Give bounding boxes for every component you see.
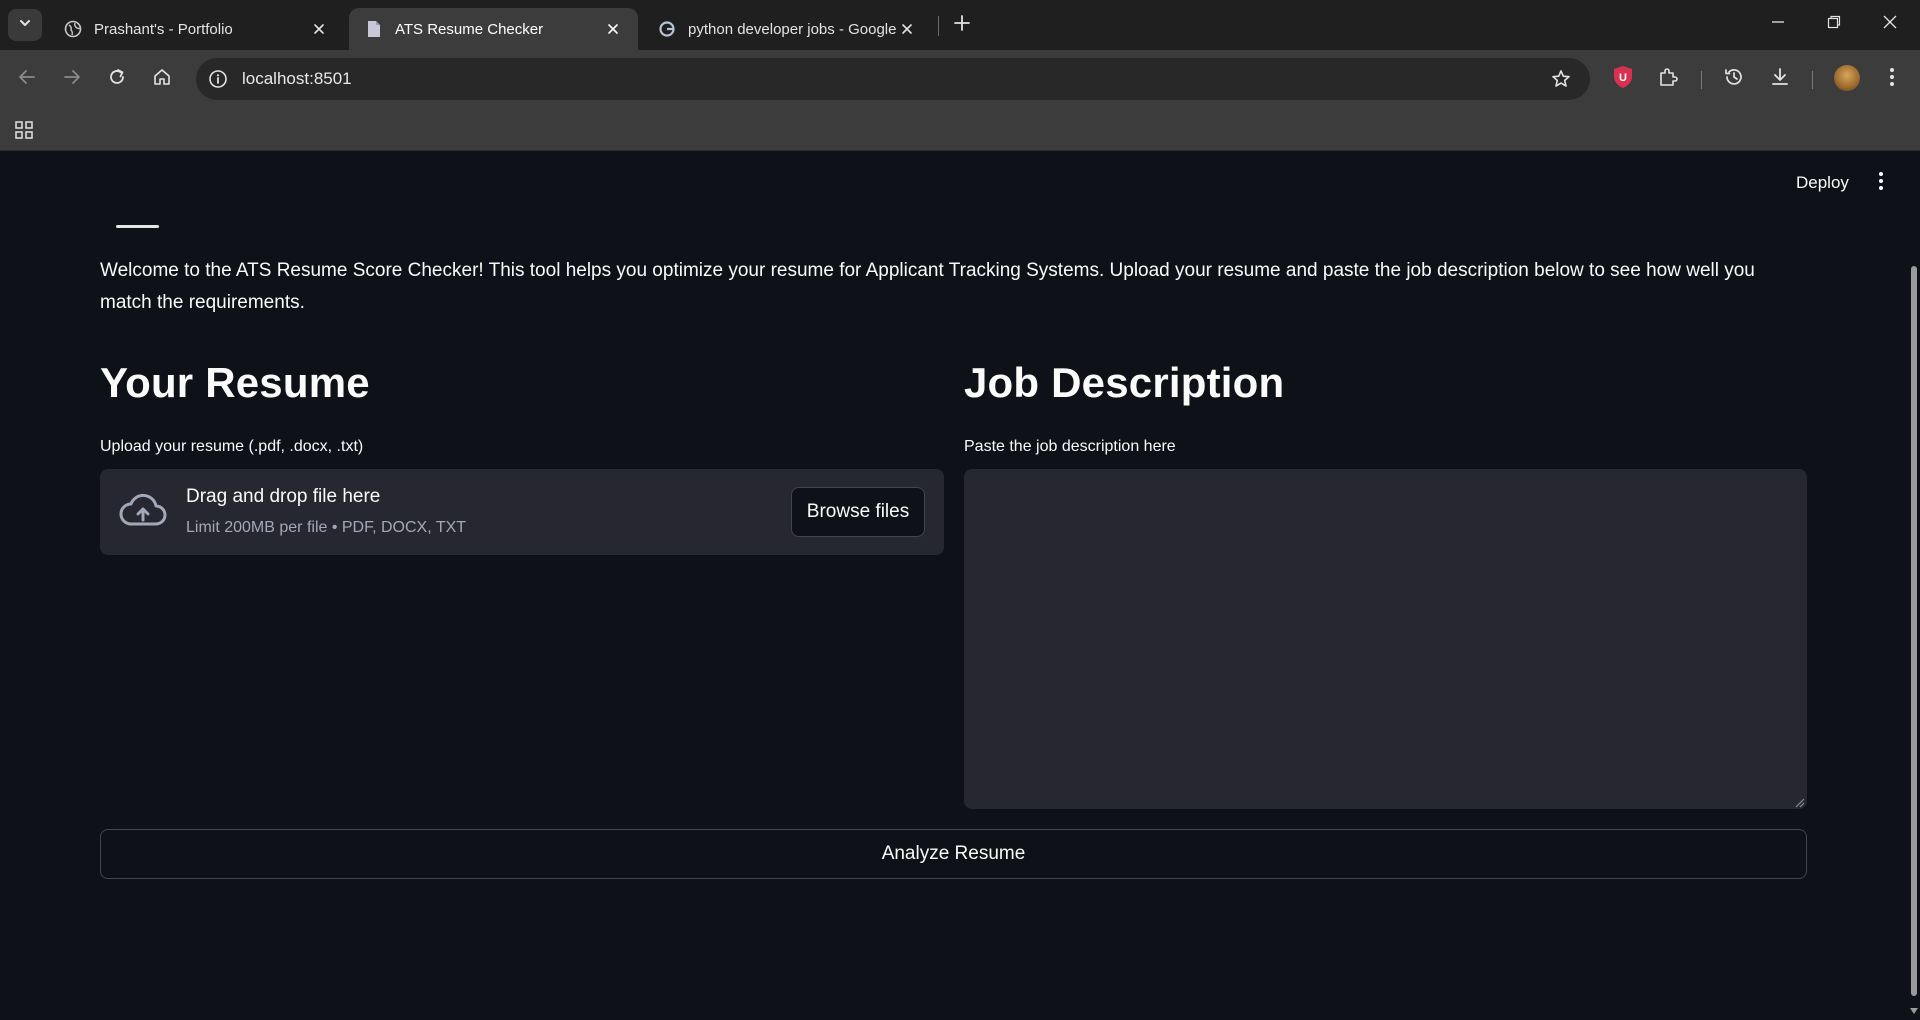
upload-label: Upload your resume (.pdf, .docx, .txt) <box>100 438 364 455</box>
arrow-right-icon <box>63 68 81 91</box>
home-icon <box>153 68 171 91</box>
tab-title: python developer jobs - Google <box>688 20 896 38</box>
close-window-button[interactable] <box>1862 0 1918 48</box>
browser-menu-button[interactable] <box>1876 63 1908 95</box>
analyze-resume-button[interactable]: Analyze Resume <box>100 829 1807 879</box>
deploy-button[interactable]: Deploy <box>1784 169 1861 197</box>
back-button[interactable] <box>11 63 43 95</box>
tab-portfolio[interactable]: Prashant's - Portfolio <box>48 8 344 50</box>
history-button[interactable] <box>1718 63 1750 95</box>
dropzone-limit-text: Limit 200MB per file • PDF, DOCX, TXT <box>186 519 467 536</box>
tab-search-button[interactable] <box>8 9 42 41</box>
history-icon <box>1724 67 1744 92</box>
toolbar-divider <box>1812 71 1813 89</box>
header-divider <box>116 225 159 228</box>
shield-icon: U <box>1612 65 1634 94</box>
restore-button[interactable] <box>1806 0 1862 48</box>
tab-ats-resume-checker[interactable]: ATS Resume Checker <box>349 8 638 50</box>
site-info-icon[interactable] <box>206 67 230 91</box>
tab-python-jobs[interactable]: python developer jobs - Google <box>642 8 932 50</box>
reload-button[interactable] <box>101 63 133 95</box>
job-description-heading: Job Description <box>964 359 1285 406</box>
close-icon[interactable] <box>308 18 330 40</box>
reload-icon <box>108 68 126 91</box>
restore-icon <box>1827 15 1841 34</box>
profile-avatar[interactable] <box>1834 65 1860 91</box>
more-vertical-icon <box>1889 67 1895 92</box>
download-icon <box>1770 67 1790 92</box>
tab-divider <box>938 16 939 36</box>
resize-handle-icon[interactable] <box>1793 795 1805 808</box>
new-tab-button[interactable] <box>948 11 976 39</box>
puzzle-icon <box>1658 67 1678 92</box>
browser-toolbar: localhost:8501 U <box>0 50 1920 108</box>
extensions-button[interactable] <box>1652 63 1684 95</box>
close-icon[interactable] <box>896 18 918 40</box>
welcome-text: Welcome to the ATS Resume Score Checker!… <box>100 260 1755 313</box>
browse-files-button[interactable]: Browse files <box>791 487 925 537</box>
scroll-down-arrow-icon[interactable] <box>1909 1006 1919 1016</box>
svg-text:U: U <box>1619 72 1627 84</box>
arrow-left-icon <box>18 68 36 91</box>
cloud-upload-icon <box>118 491 168 531</box>
bookmarks-bar <box>0 108 1920 151</box>
dropzone-title: Drag and drop file here <box>186 486 381 507</box>
google-icon <box>658 20 676 38</box>
close-icon[interactable] <box>602 18 624 40</box>
bookmark-star-icon[interactable] <box>1550 68 1572 90</box>
close-icon <box>1883 15 1897 34</box>
minimize-button[interactable] <box>1750 0 1806 48</box>
job-description-label: Paste the job description here <box>964 438 1176 455</box>
apps-grid-icon[interactable] <box>12 118 36 142</box>
tab-title: ATS Resume Checker <box>395 20 544 38</box>
url-text: localhost:8501 <box>242 69 352 88</box>
document-icon <box>365 20 383 38</box>
scrollbar-thumb[interactable] <box>1911 266 1917 996</box>
toolbar-divider <box>1701 71 1702 89</box>
tab-title: Prashant's - Portfolio <box>94 20 233 38</box>
downloads-button[interactable] <box>1764 63 1796 95</box>
main-menu-button[interactable] <box>1867 169 1895 197</box>
tab-strip: Prashant's - Portfolio ATS Resume Checke… <box>0 0 1920 50</box>
plus-icon <box>954 14 970 36</box>
globe-icon <box>64 20 82 38</box>
more-vertical-icon <box>1878 171 1884 196</box>
ublock-extension-button[interactable]: U <box>1607 63 1639 95</box>
chevron-down-icon <box>18 16 32 35</box>
address-bar[interactable]: localhost:8501 <box>196 58 1590 100</box>
app-page: Deploy Welcome to the ATS Resume Score C… <box>0 151 1920 1020</box>
resume-heading: Your Resume <box>100 359 370 406</box>
minimize-icon <box>1771 15 1785 34</box>
job-description-textarea[interactable] <box>964 469 1807 809</box>
file-dropzone[interactable]: Drag and drop file here Limit 200MB per … <box>100 469 944 555</box>
home-button[interactable] <box>146 63 178 95</box>
forward-button[interactable] <box>56 63 88 95</box>
